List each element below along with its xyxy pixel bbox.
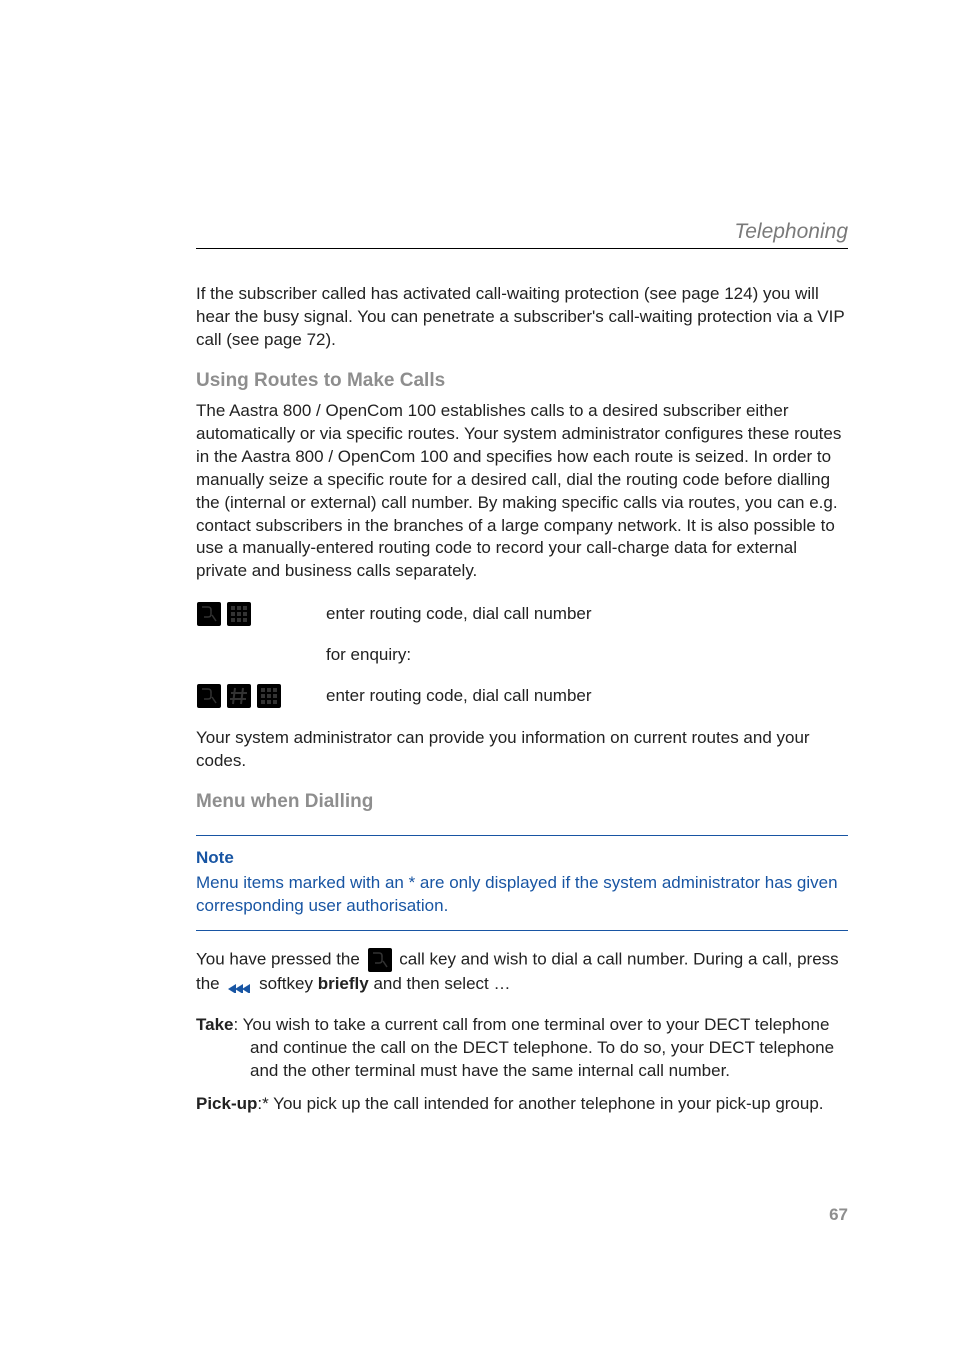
pickup-text: :* You pick up the call intended for ano… <box>257 1094 823 1113</box>
heading-routes: Using Routes to Make Calls <box>196 370 848 392</box>
definition-pickup: Pick-up:* You pick up the call intended … <box>196 1093 848 1116</box>
routes-outro-paragraph: Your system administrator can provide yo… <box>196 727 848 773</box>
call-key-icon <box>196 683 222 709</box>
pressed-paragraph: You have pressed the call key and wish t… <box>196 947 848 996</box>
pressed-softkey: softkey <box>259 974 318 993</box>
title-rule <box>196 248 848 249</box>
routes-paragraph: The Aastra 800 / OpenCom 100 establishes… <box>196 400 848 584</box>
call-key-icon-inline <box>367 947 393 973</box>
pressed-pre: You have pressed the <box>196 950 365 969</box>
pressed-briefly: briefly <box>318 974 369 993</box>
take-line2: and continue the call on the DECT teleph… <box>250 1037 848 1083</box>
arrows-softkey-icon <box>226 973 252 996</box>
step-text: enter routing code, dial call number <box>326 604 592 624</box>
page-number: 67 <box>829 1205 848 1225</box>
step-text: enter routing code, dial call number <box>326 686 592 706</box>
step-icons <box>196 683 326 709</box>
take-line1: : You wish to take a current call from o… <box>234 1015 830 1034</box>
take-term: Take <box>196 1015 234 1034</box>
hash-key-icon <box>226 683 252 709</box>
pickup-term: Pick-up <box>196 1094 257 1113</box>
section-title: Telephoning <box>196 220 848 244</box>
step-enquiry-text: for enquiry: <box>326 645 411 665</box>
keypad-icon <box>226 601 252 627</box>
step-icons <box>196 601 326 627</box>
note-bottom-rule <box>196 930 848 931</box>
note-top-rule <box>196 835 848 836</box>
step-row: for enquiry: <box>196 645 848 665</box>
intro-paragraph: If the subscriber called has activated c… <box>196 283 848 352</box>
step-row: enter routing code, dial call number <box>196 683 848 709</box>
step-row: enter routing code, dial call number <box>196 601 848 627</box>
heading-menu: Menu when Dialling <box>196 791 848 813</box>
call-key-icon <box>196 601 222 627</box>
pressed-tail: and then select … <box>373 974 510 993</box>
note-label: Note <box>196 848 848 868</box>
definition-take: Take: You wish to take a current call fr… <box>196 1014 848 1083</box>
note-text: Menu items marked with an * are only dis… <box>196 872 848 918</box>
keypad-icon <box>256 683 282 709</box>
